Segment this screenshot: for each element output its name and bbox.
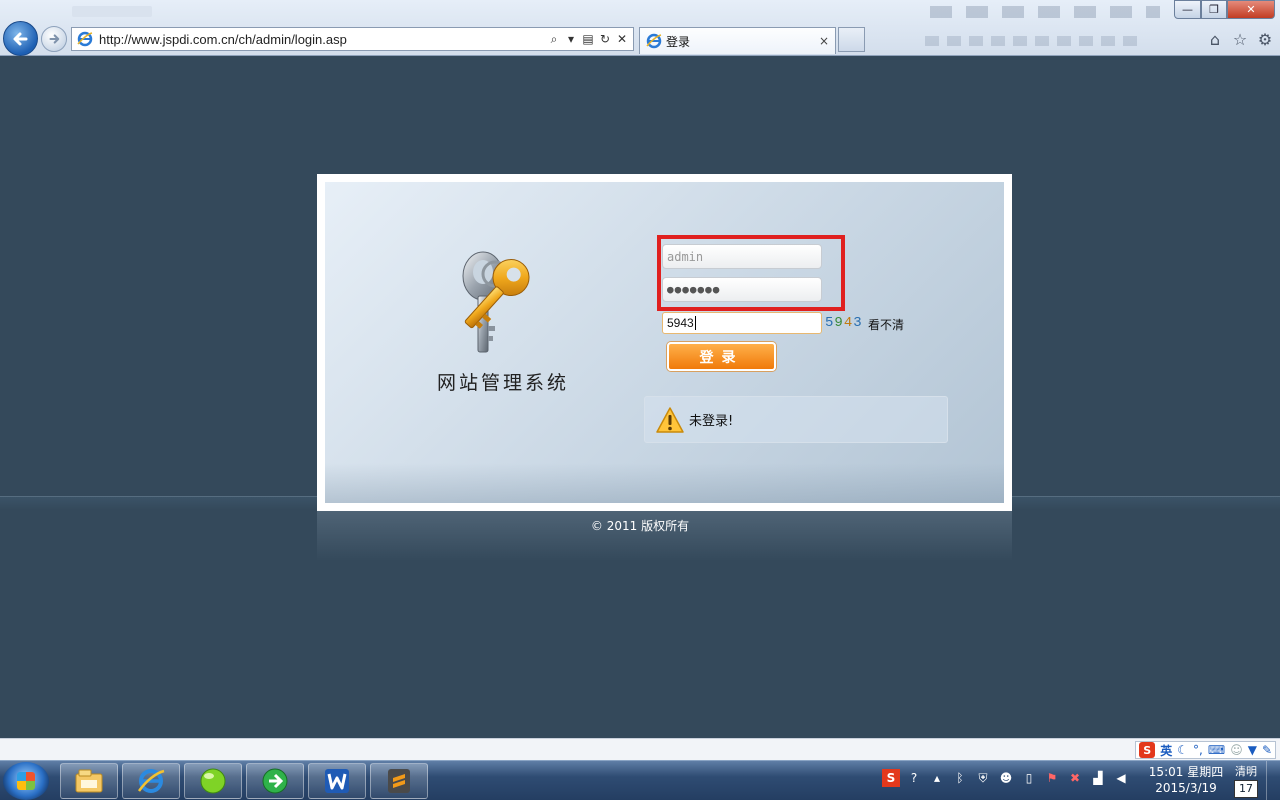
weather-label: 清明 [1235,765,1257,778]
internet-explorer-icon[interactable] [122,763,180,799]
arrow-right-icon [49,34,60,44]
system-title: 网站管理系统 [436,372,569,394]
status-box: 未登录! [644,396,948,443]
captcha-refresh-link[interactable]: 看不清 [868,316,904,333]
search-icon[interactable]: ⌕ [547,31,561,47]
wps-writer-icon[interactable] [308,763,366,799]
clock-time: 15:01 星期四 [1148,765,1224,779]
moon-icon[interactable]: ☾ [1177,743,1188,757]
ime-toolbar[interactable]: S 英 ☾ °, ⌨ ☺ ▼ ✎ [1135,741,1276,759]
start-button[interactable] [3,762,49,800]
shirt-icon[interactable]: ▼ [1248,743,1257,757]
captcha-image[interactable]: 5 9 4 3 [825,314,865,332]
user-icon[interactable]: ☺ [1230,743,1243,757]
help-icon[interactable]: ? [905,769,923,787]
ie-page-icon [75,29,95,49]
captcha-digit: 4 [843,315,854,331]
volume-icon[interactable]: ◀ [1112,769,1130,787]
address-bar[interactable]: http://www.jspdi.com.cn/ch/admin/login.a… [71,27,634,51]
ie-tab-icon [646,33,662,49]
page-viewport: 网站管理系统 admin ●●●●●●● 5943 5 9 4 3 看不清 登录 [0,56,1280,738]
sublime-text-icon[interactable] [370,763,428,799]
tab-close-icon[interactable]: × [819,34,829,48]
login-frame: 网站管理系统 admin ●●●●●●● 5943 5 9 4 3 看不清 登录 [317,174,1012,511]
forward-button[interactable] [41,26,67,52]
new-tab-button[interactable] [838,27,865,52]
green-ball-app-icon[interactable] [184,763,242,799]
minimize-button[interactable]: — [1174,0,1201,19]
highlight-annotation [657,235,845,311]
copyright-text: © 2011 版权所有 [590,519,690,533]
overflow-icon[interactable]: ▴ [928,769,946,787]
captcha-digit: 3 [853,315,863,331]
maximize-button[interactable]: ❐ [1201,0,1227,19]
faded-toolbar [925,36,1145,46]
warning-icon [656,406,684,433]
green-circle-app-icon[interactable] [246,763,304,799]
tab-title: 登录 [666,34,691,49]
windows-logo-icon [17,772,35,790]
ime-language-toggle[interactable]: 英 [1160,742,1172,759]
browser-status-bar: S 英 ☾ °, ⌨ ☺ ▼ ✎ [0,738,1280,760]
weather-widget[interactable]: 清明 17 [1229,764,1263,798]
clock[interactable]: 15:01 星期四 2015/3/19 [1147,764,1225,796]
login-panel: 网站管理系统 admin ●●●●●●● 5943 5 9 4 3 看不清 登录 [325,182,1004,503]
url-text[interactable]: http://www.jspdi.com.cn/ch/admin/login.a… [95,32,547,47]
security-icon[interactable]: ⛨ [974,769,992,787]
text-caret [694,316,696,330]
faded-window-title [72,6,152,17]
home-icon[interactable]: ⌂ [1205,29,1225,49]
keyboard-icon[interactable]: ⌨ [1208,743,1225,757]
file-explorer-icon[interactable] [60,763,118,799]
system-tray: S ? ▴ ᛒ ⛨ ☻ ▯ ⚑ ✖ ▟ ◀ [882,769,1130,787]
wrench-icon[interactable]: ✎ [1262,743,1272,757]
dropdown-icon[interactable]: ▾ [564,31,578,47]
panel-bottom-shade [325,463,1004,503]
captcha-input[interactable]: 5943 [662,312,822,334]
stop-icon[interactable]: ✕ [615,31,629,47]
captcha-digit: 9 [834,315,844,331]
gear-icon[interactable]: ⚙ [1255,29,1275,49]
back-button[interactable] [3,21,38,56]
close-window-button[interactable]: ✕ [1227,0,1275,19]
weather-day: 17 [1234,780,1258,798]
captcha-input-value: 5943 [667,316,694,330]
alert-icon[interactable]: ✖ [1066,769,1084,787]
user-icon[interactable]: ☻ [997,769,1015,787]
captcha-digit: 5 [825,315,835,331]
flag-icon[interactable]: ⚑ [1043,769,1061,787]
browser-chrome: http://www.jspdi.com.cn/ch/admin/login.a… [0,0,1280,56]
favorites-icon[interactable]: ☆ [1230,29,1250,49]
network-icon[interactable]: ▟ [1089,769,1107,787]
sogou-logo-icon[interactable]: S [1139,742,1156,758]
login-button[interactable]: 登录 [667,342,776,371]
compatibility-icon[interactable]: ▤ [581,31,595,47]
faded-menu-bar [930,6,1160,18]
clock-date: 2015/3/19 [1155,781,1217,795]
refresh-icon[interactable]: ↻ [598,31,612,47]
arrow-left-icon [13,32,27,45]
punctuation-icon[interactable]: °, [1193,743,1203,757]
sogou-ime-icon[interactable]: S [882,769,900,787]
windows-taskbar: S ? ▴ ᛒ ⛨ ☻ ▯ ⚑ ✖ ▟ ◀ 15:01 星期四 2015/3/1… [0,760,1280,800]
bluetooth-icon[interactable]: ᛒ [951,769,969,787]
status-text: 未登录! [689,414,734,429]
keys-icon [462,251,530,353]
show-desktop-button[interactable] [1266,761,1280,800]
display-icon[interactable]: ▯ [1020,769,1038,787]
tab-login[interactable]: 登录 × [639,27,836,54]
